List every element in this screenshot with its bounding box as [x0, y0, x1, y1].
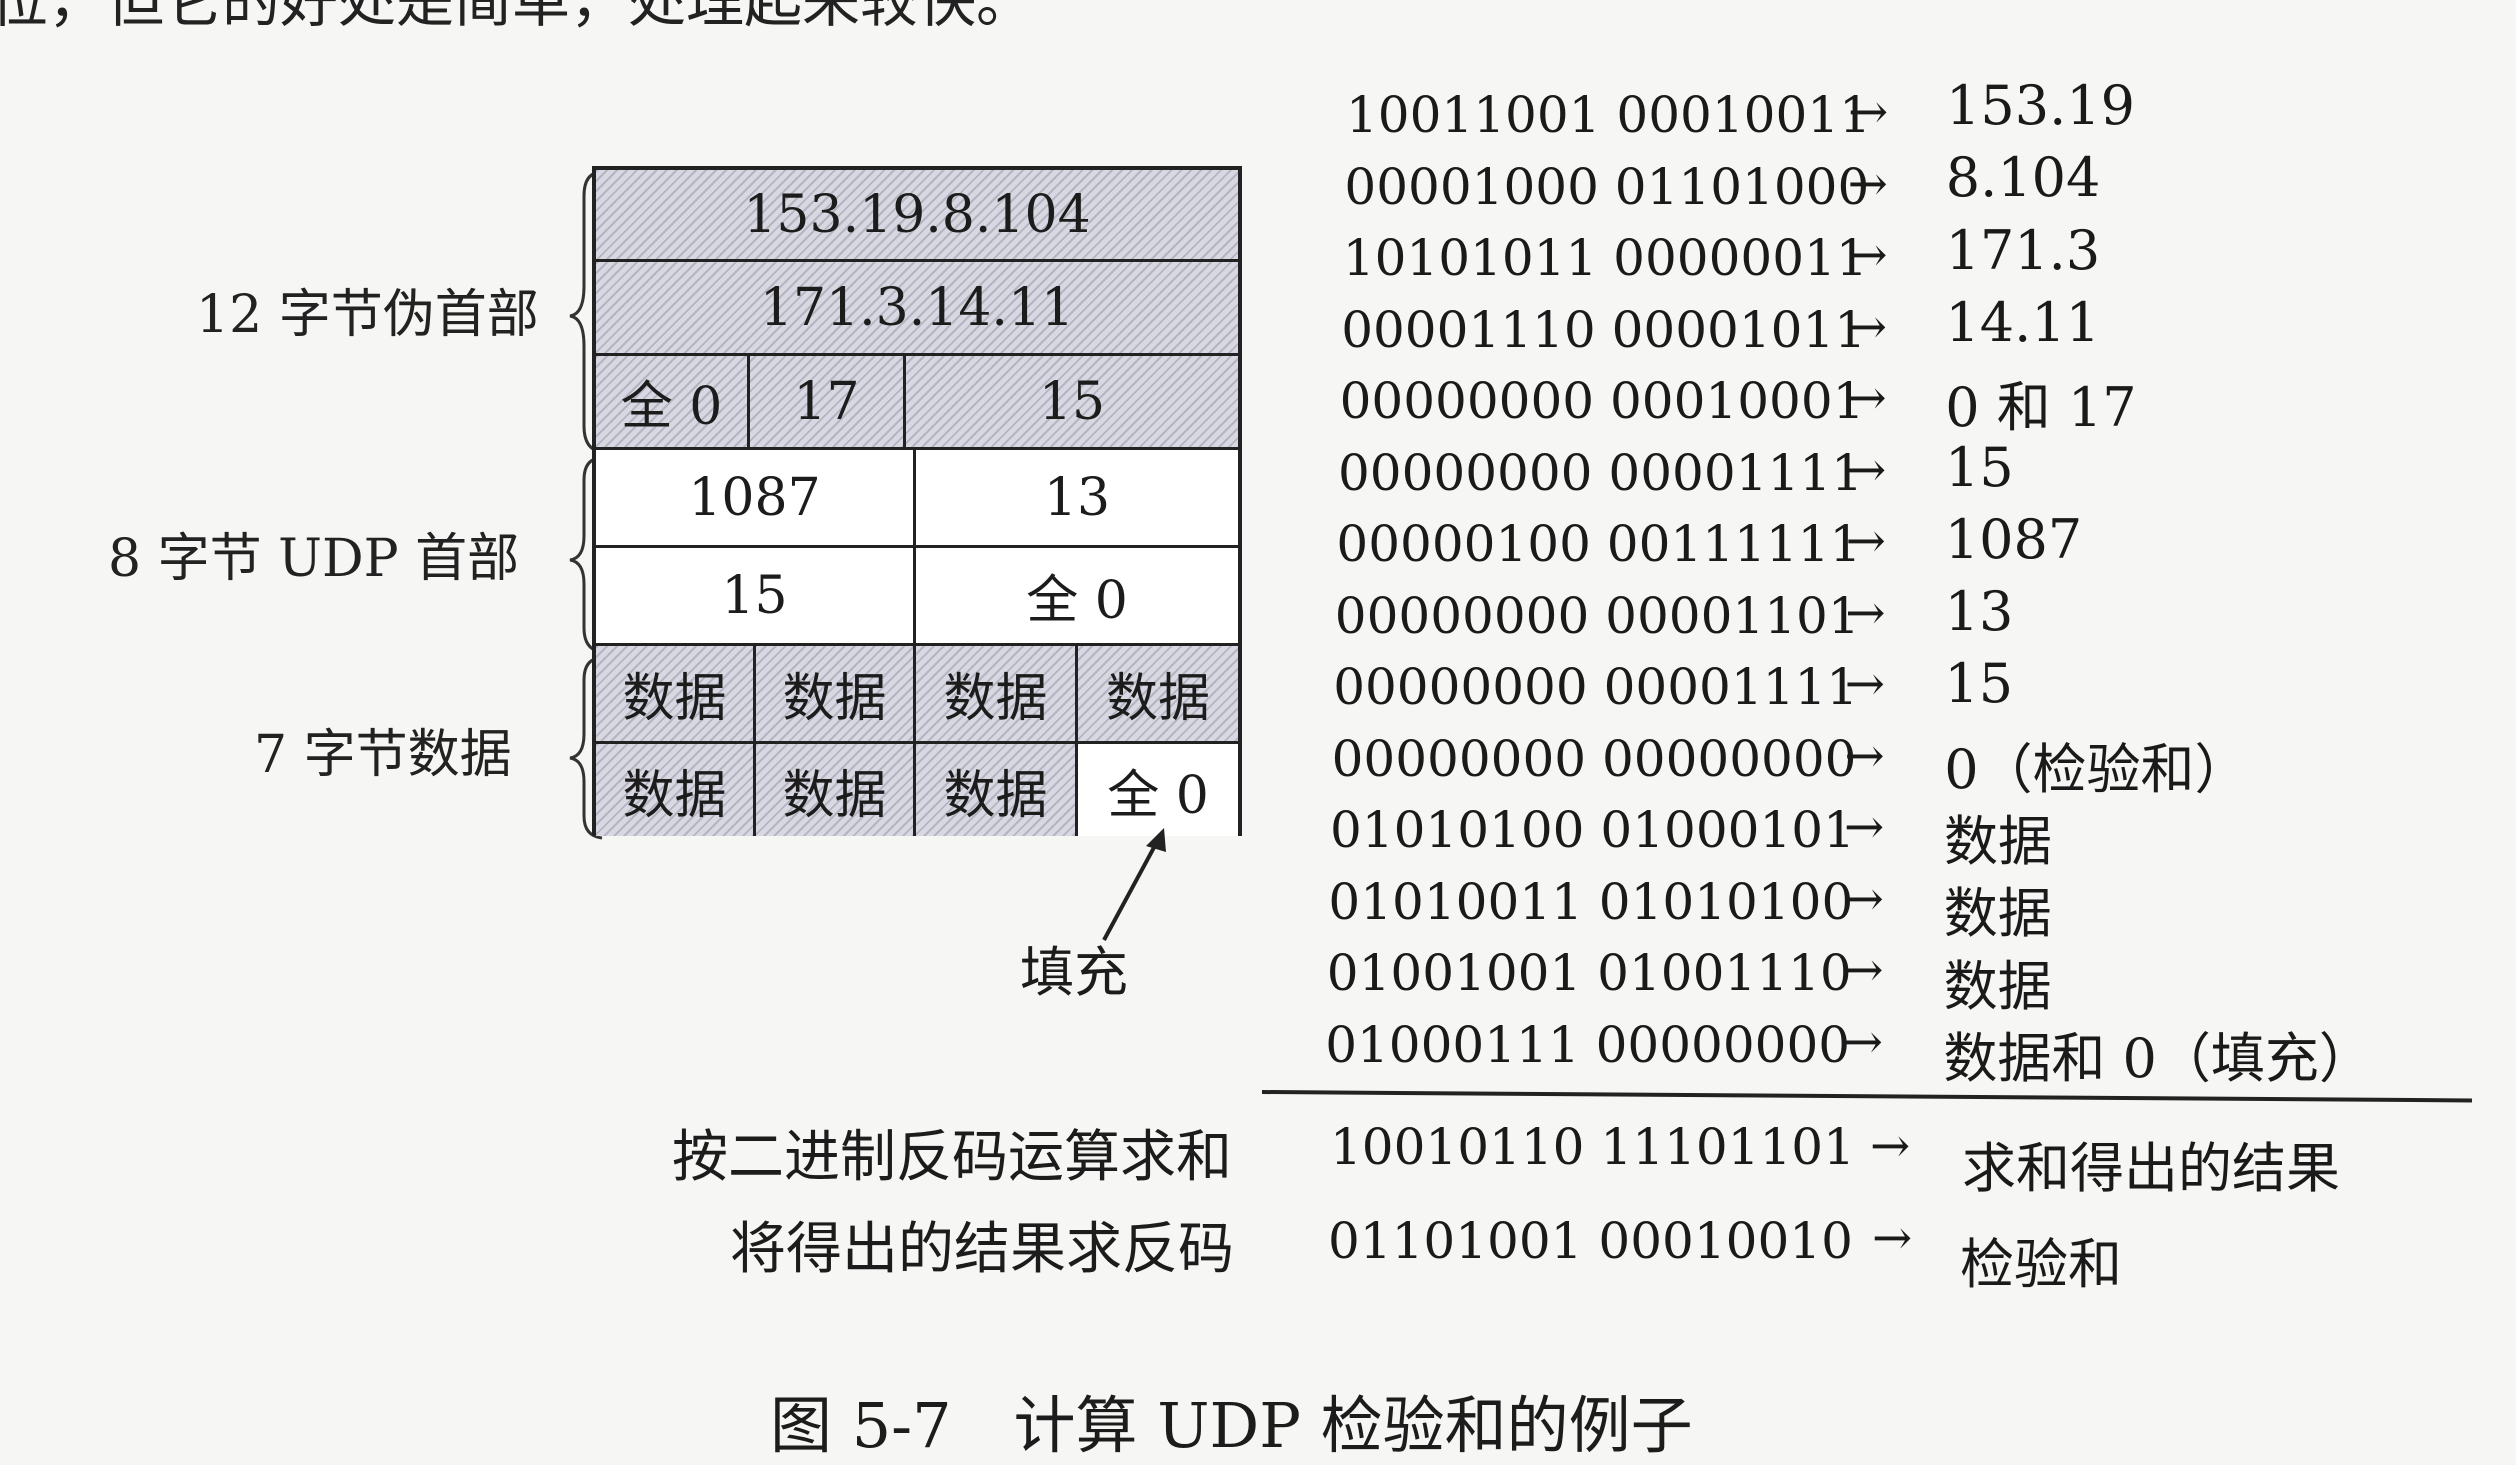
udp-length-cell: 15 [1038, 371, 1106, 432]
binary-value: 00000000 00001111 [1338, 443, 1863, 502]
binary-value: 00000000 00010001 [1339, 372, 1865, 430]
binary-value: 00001000 01101000 [1344, 157, 1870, 216]
source-ip-cell: 153.19.8.104 [743, 184, 1091, 245]
binary-value: 01000111 00000000 [1325, 1015, 1851, 1074]
zero-cell: 全 0 [596, 356, 750, 447]
binary-value: 00001110 00001011 [1341, 300, 1867, 359]
table-row: 1087 13 [596, 450, 1238, 548]
table-row: 171.3.14.11 [596, 262, 1238, 356]
data-cell: 数据 [1105, 669, 1210, 729]
arrow-icon: → [1846, 298, 1888, 355]
table-row: 数据 数据 数据 数据 [596, 646, 1238, 744]
table-row: 全 0 17 15 [596, 356, 1238, 450]
dest-ip-cell: 171.3.14.11 [759, 277, 1075, 338]
padding-label: 填充 [1020, 941, 1128, 1004]
data-cell: 数据 [596, 744, 756, 836]
figure-caption: 图 5-7 计算 UDP 检验和的例子 [770, 1389, 1693, 1462]
complement-binary: 01101001 00010010 [1328, 1212, 1853, 1270]
arrow-icon: → [1848, 84, 1889, 140]
sum-result: 求和得出的结果 [1962, 1137, 2340, 1200]
binary-value: 10011001 00010011 [1346, 86, 1871, 144]
udp-checksum-table: 153.19.8.104 171.3.14.11 全 0 17 15 1087 … [592, 166, 1242, 836]
arrow-icon: → [1845, 513, 1886, 569]
data-cell: 数据 [596, 646, 756, 741]
decoded-value: 0（检验和） [1944, 737, 2249, 801]
table-row: 153.19.8.104 [596, 170, 1238, 262]
source-port-cell: 1087 [596, 450, 916, 545]
arrow-icon: → [1846, 370, 1887, 426]
decoded-value: 数据 [1944, 810, 2052, 873]
decoded-value: 数据 [1943, 954, 2052, 1018]
sum-label: 按二进制反码运算求和 [672, 1125, 1232, 1190]
top-text: 位，但它的好处是简单，处理起来较快。 [0, 0, 1035, 35]
arrow-icon: → [1844, 656, 1886, 712]
arrow-icon: → [1846, 441, 1887, 498]
arrow-icon: → [1847, 155, 1888, 212]
decoded-value: 13 [1944, 580, 2014, 644]
data-cell: 数据 [916, 646, 1078, 741]
decoded-value: 15 [1944, 652, 2014, 716]
binary-value: 00000100 00111111 [1336, 515, 1862, 573]
binary-value: 01001001 01001110 [1326, 944, 1852, 1002]
decoded-value: 1087 [1944, 507, 2083, 571]
binary-value: 01010100 01000101 [1330, 801, 1855, 859]
arrow-icon: → [1844, 799, 1885, 855]
arrow-icon: → [1843, 942, 1884, 998]
decoded-value: 0 和 17 [1945, 376, 2137, 440]
data-cell: 数据 [756, 744, 916, 836]
arrow-icon: → [1842, 1013, 1884, 1070]
decoded-value: 8.104 [1945, 146, 2101, 210]
table-row: 15 全 0 [596, 548, 1238, 646]
decoded-value: 15 [1945, 435, 2014, 499]
arrow-icon: → [1847, 227, 1888, 283]
decoded-value: 171.3 [1945, 218, 2101, 282]
arrow-icon: → [1872, 1210, 1913, 1266]
data-label: 7 字节数据 [254, 725, 512, 785]
arrow-icon: → [1845, 584, 1886, 641]
decoded-value: 14.11 [1945, 290, 2100, 354]
udp-header-label: 8 字节 UDP 首部 [108, 529, 520, 589]
arrow-icon: → [1843, 870, 1884, 927]
protocol-cell: 17 [750, 356, 906, 447]
arrow-icon: → [1870, 1118, 1911, 1174]
binary-value: 00000000 00001101 [1334, 586, 1860, 645]
sum-binary: 10010110 11101101 [1330, 1118, 1855, 1176]
pseudo-header-label: 12 字节伪首部 [196, 285, 539, 345]
decoded-value: 153.19 [1946, 74, 2135, 137]
length-cell: 15 [596, 548, 916, 643]
decoded-value: 数据和 0（填充） [1943, 1026, 2373, 1090]
binary-value: 10101011 00000011 [1342, 229, 1868, 287]
binary-value: 00000000 00001111 [1333, 658, 1859, 716]
decoded-value: 数据 [1943, 882, 2052, 946]
checksum-result: 检验和 [1960, 1233, 2122, 1296]
data-cell: 数据 [916, 744, 1078, 836]
dest-port-cell: 13 [1043, 467, 1111, 528]
binary-value: 01010011 01010100 [1328, 872, 1854, 931]
complement-label: 将得出的结果求反码 [730, 1217, 1234, 1282]
arrow-icon: → [1844, 727, 1885, 784]
checksum-cell: 全 0 [1026, 571, 1128, 631]
data-cell: 数据 [756, 646, 916, 741]
binary-value: 00000000 00000000 [1331, 729, 1857, 788]
